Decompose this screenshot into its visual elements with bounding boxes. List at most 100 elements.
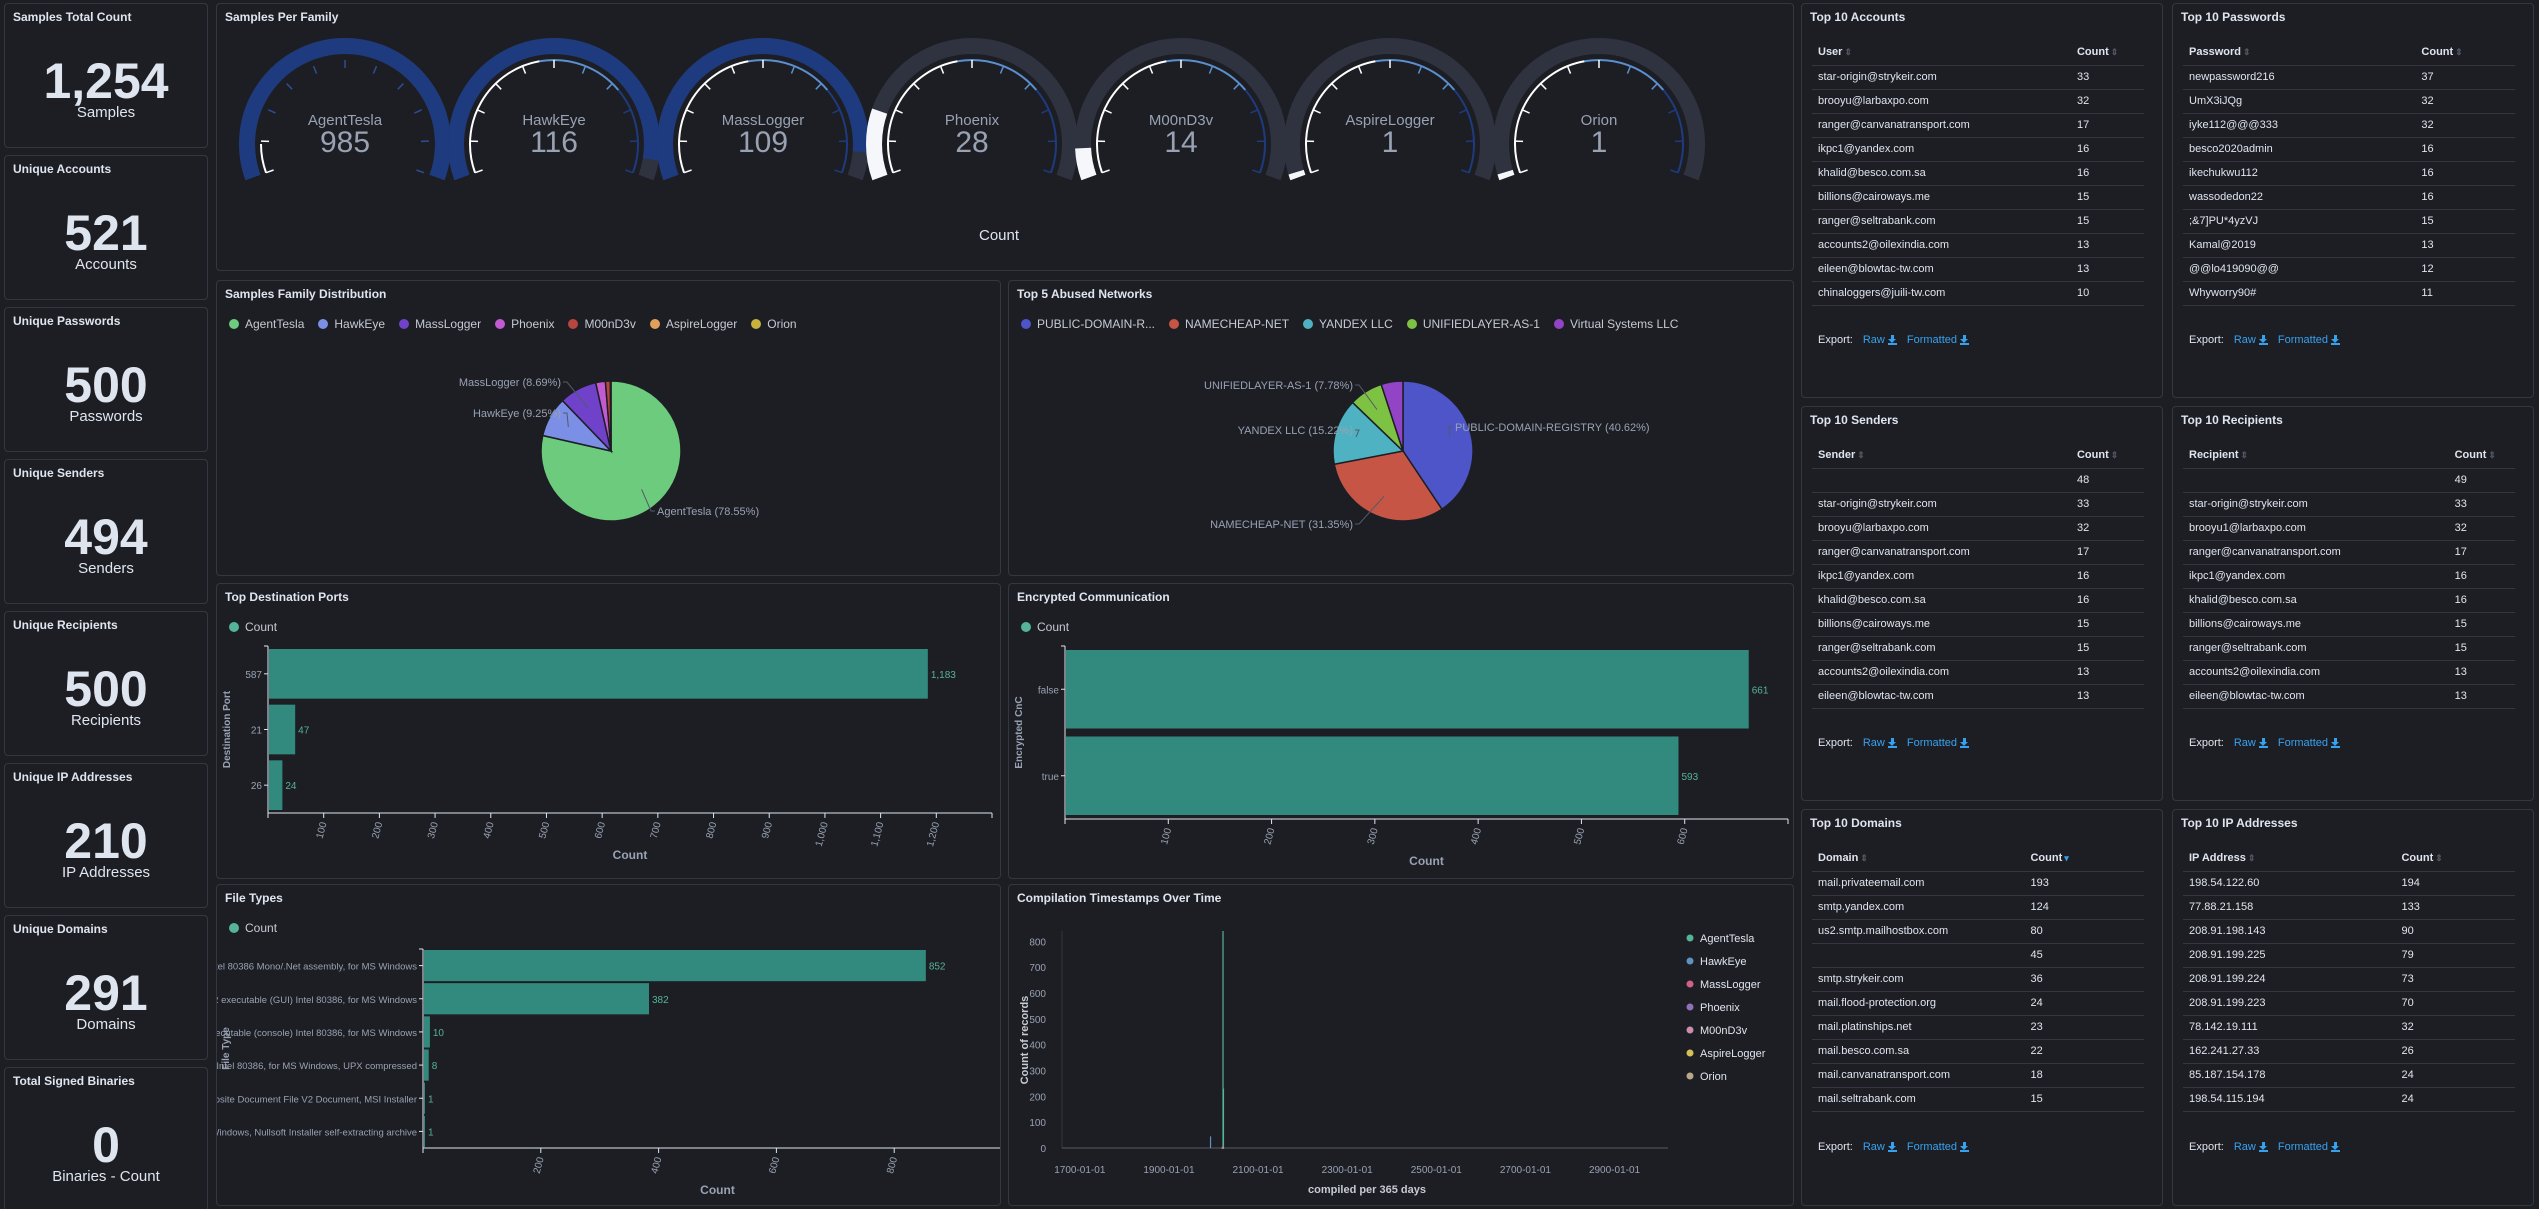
table-cell: 17 <box>2070 540 2144 565</box>
bar-value-label: 47 <box>298 726 310 737</box>
gauges-chart: AgentTesla985HawkEye116MassLogger109Phoe… <box>239 38 1705 244</box>
table-row: ikpc1@yandex.com 16 <box>1812 564 2144 589</box>
x-tick-label: 2100-01-01 <box>1232 1165 1284 1176</box>
bar[interactable] <box>424 1082 425 1114</box>
table-row: ikpc1@yandex.com 16 <box>1812 137 2144 162</box>
table-row: Kamal@2019 13 <box>2183 233 2515 258</box>
x-axis-title: compiled per 365 days <box>1308 1184 1426 1196</box>
column-header-label: Count <box>2401 851 2434 864</box>
table-row: 49 <box>2183 468 2515 493</box>
table-cell: 198.54.122.60 <box>2183 871 2396 896</box>
legend-label: HawkEye <box>1700 956 1746 968</box>
bar[interactable] <box>424 1016 430 1048</box>
column-header[interactable]: Count ⇕ <box>2395 845 2515 872</box>
sort-icon[interactable]: ⇕ <box>2241 450 2249 460</box>
table-cell: eileen@blowtac-tw.com <box>1812 257 2071 282</box>
gauge-tick <box>606 83 613 90</box>
bar[interactable] <box>1066 650 1749 729</box>
histogram-bar[interactable] <box>1222 1088 1225 1148</box>
gauge-tick <box>1250 109 1259 114</box>
bar[interactable] <box>424 950 926 982</box>
metric-panel: Unique Domains 291 Domains <box>4 915 208 1060</box>
sort-icon[interactable]: ⇕ <box>2435 853 2443 863</box>
sort-icon[interactable]: ⇕ <box>2243 47 2251 57</box>
column-header[interactable]: User ⇕ <box>1812 39 2071 66</box>
table-cell: brooyu1@larbaxpo.com <box>2183 516 2449 541</box>
histogram-bar[interactable] <box>1209 1136 1212 1148</box>
column-header-label: Domain <box>1818 851 1859 864</box>
family-pie-chart: AgentTesla (78.55%) HawkEye (9.25%) MassLo… <box>459 377 759 522</box>
export-raw-link[interactable]: Raw <box>1863 737 1897 749</box>
column-header-label: Password <box>2189 45 2241 58</box>
table-cell: 15 <box>2415 209 2515 234</box>
column-header[interactable]: Recipient ⇕ <box>2183 442 2449 469</box>
column-header[interactable]: Sender ⇕ <box>1812 442 2071 469</box>
export-row: Export: Raw Formatted <box>1818 334 1970 346</box>
export-formatted-link[interactable]: Formatted <box>2278 334 2341 346</box>
sort-icon[interactable]: ⇕ <box>2248 853 2256 863</box>
export-formatted-link[interactable]: Formatted <box>2278 737 2341 749</box>
sort-icon[interactable]: ⇕ <box>2488 450 2496 460</box>
gauge-tick <box>683 169 692 174</box>
table-row: brooyu@larbaxpo.com 32 <box>1812 516 2144 541</box>
sort-icon[interactable]: ⇕ <box>2455 47 2463 57</box>
table-cell: 32 <box>2415 113 2515 138</box>
export-formatted-link[interactable]: Formatted <box>2278 1141 2341 1153</box>
x-tick-label: 600 <box>1676 827 1691 846</box>
sort-icon[interactable]: ⇕ <box>2111 47 2119 57</box>
table-cell: 208.91.199.225 <box>2183 943 2396 968</box>
gauge-value: 28 <box>955 126 988 159</box>
bar[interactable] <box>1066 736 1679 816</box>
export-formatted-label: Formatted <box>1906 334 1958 346</box>
bar-value-label: 1 <box>428 1094 434 1105</box>
bar[interactable] <box>269 649 928 699</box>
x-tick-label: 300 <box>426 821 441 840</box>
column-header[interactable]: Count ⇕ <box>2070 442 2144 469</box>
table-cell: 37 <box>2415 65 2515 90</box>
column-header[interactable]: Count ⇕ <box>2448 442 2515 469</box>
export-raw-link[interactable]: Raw <box>2234 334 2268 346</box>
table-row: us2.smtp.mailhostbox.com 80 <box>1812 919 2144 944</box>
sort-icon[interactable]: ⇕ <box>1857 450 1865 460</box>
column-header[interactable]: Count ▾ <box>2024 845 2144 872</box>
gauge-tick <box>1312 109 1321 114</box>
network-pie-chart: PUBLIC-DOMAIN-REGISTRY (40.62%) NAMECHEAP… <box>1204 380 1650 531</box>
table-cell: billions@cairoways.me <box>1812 612 2071 637</box>
legend-dot-icon <box>1686 1003 1694 1011</box>
gauge-tick <box>1540 83 1547 90</box>
sort-icon[interactable]: ⇕ <box>2111 450 2119 460</box>
bar-value-label: 852 <box>929 962 946 973</box>
bar[interactable] <box>269 760 283 810</box>
column-header[interactable]: Count ⇕ <box>2070 39 2144 66</box>
bar[interactable] <box>424 983 649 1015</box>
sort-descending-icon[interactable]: ▾ <box>2064 853 2069 863</box>
histogram-bar[interactable] <box>1221 1147 1223 1149</box>
gauge: MassLogger109 <box>657 38 869 181</box>
export-raw-link[interactable]: Raw <box>1863 1141 1897 1153</box>
export-raw-link[interactable]: Raw <box>2234 1141 2268 1153</box>
table-panel: Top 10 Domains Domain ⇕ Count ▾ mail.private… <box>1801 809 2163 1206</box>
bar[interactable] <box>269 704 296 755</box>
histogram-bar[interactable] <box>1222 1147 1225 1149</box>
export-raw-link[interactable]: Raw <box>2234 737 2268 749</box>
pie-slice-label: PUBLIC-DOMAIN-REGISTRY (40.62%) <box>1455 422 1650 434</box>
export-raw-link[interactable]: Raw <box>1863 334 1897 346</box>
column-header[interactable]: Password ⇕ <box>2183 39 2416 66</box>
legend-label: AspireLogger <box>1700 1048 1766 1060</box>
table-row: eileen@blowtac-tw.com 13 <box>1812 684 2144 709</box>
y-tick-label: Composite Document File V2 Document, MSI… <box>217 1094 417 1105</box>
sort-icon[interactable]: ⇕ <box>1860 853 1868 863</box>
bar-value-label: 8 <box>432 1061 438 1072</box>
export-formatted-link[interactable]: Formatted <box>1907 737 1970 749</box>
export-formatted-link[interactable]: Formatted <box>1906 334 1970 346</box>
export-formatted-link[interactable]: Formatted <box>1907 1141 1970 1153</box>
bar[interactable] <box>424 1115 425 1147</box>
bar-value-label: 1,183 <box>931 670 956 681</box>
column-header[interactable]: IP Address ⇕ <box>2183 845 2396 872</box>
column-header[interactable]: Domain ⇕ <box>1812 845 2025 872</box>
gauge: M00nD3v14 <box>1075 38 1287 181</box>
bar[interactable] <box>424 1049 429 1081</box>
table-cell: 13 <box>2070 257 2144 282</box>
sort-icon[interactable]: ⇕ <box>1844 47 1852 57</box>
column-header[interactable]: Count ⇕ <box>2415 39 2515 66</box>
